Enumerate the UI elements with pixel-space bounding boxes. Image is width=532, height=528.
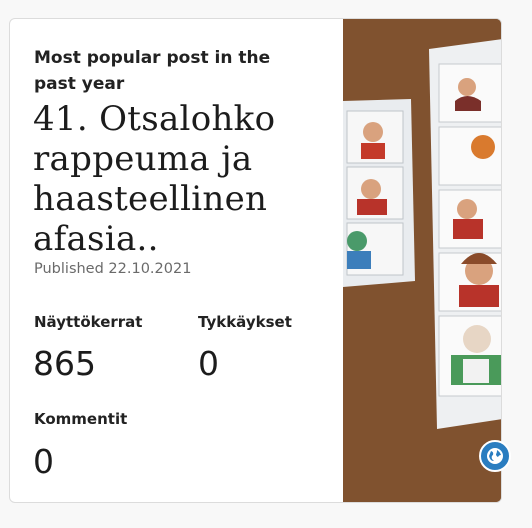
published-date: Published 22.10.2021 <box>34 261 192 277</box>
thumbnail-illustration <box>343 19 501 502</box>
views-value: 865 <box>33 344 96 383</box>
comments-label: Kommentit <box>34 410 128 428</box>
likes-label: Tykkäykset <box>198 313 292 331</box>
card-heading: Most popular post in the past year <box>34 48 271 94</box>
post-details: Most popular post in the past year 41. O… <box>10 19 343 502</box>
post-title-link[interactable]: 41. Otsalohko rappeuma ja haasteellinen … <box>33 99 333 259</box>
views-label: Näyttökerrat <box>34 313 143 331</box>
globe-icon <box>487 448 503 464</box>
comments-value: 0 <box>33 442 54 481</box>
likes-value: 0 <box>198 344 219 383</box>
globe-button[interactable] <box>479 440 511 472</box>
popular-post-card[interactable]: Most popular post in the past year 41. O… <box>9 18 502 503</box>
post-thumbnail-image[interactable] <box>343 19 501 502</box>
